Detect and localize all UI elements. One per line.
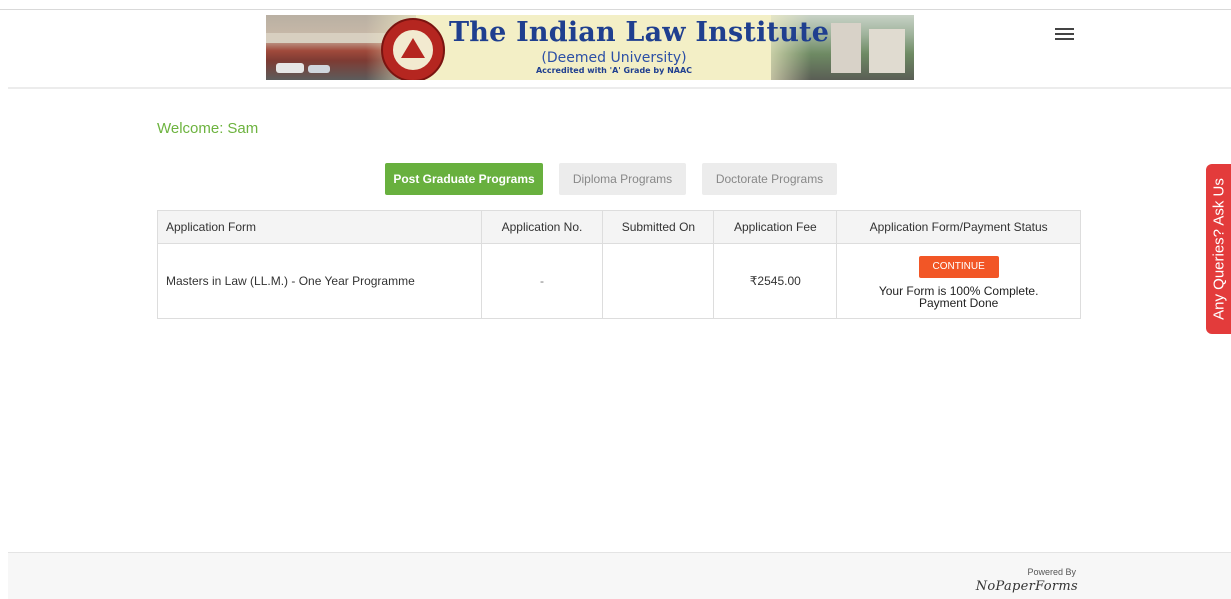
applications-table: Application Form Application No. Submitt… <box>157 210 1081 319</box>
ask-us-side-tab[interactable]: Any Queries? Ask Us <box>1206 164 1231 334</box>
column-header-application-form: Application Form <box>157 210 482 244</box>
application-form-name: Masters in Law (LL.M.) - One Year Progra… <box>157 243 482 319</box>
logo-subtitle: (Deemed University) <box>541 50 687 66</box>
column-header-submitted-on: Submitted On <box>602 210 715 244</box>
hamburger-menu-icon[interactable] <box>1055 28 1075 42</box>
tab-diploma-programs[interactable]: Diploma Programs <box>559 163 686 195</box>
column-header-application-fee: Application Fee <box>713 210 838 244</box>
institute-logo-banner[interactable]: The Indian Law Institute (Deemed Univers… <box>266 15 914 80</box>
ask-us-label: Any Queries? Ask Us <box>1210 178 1228 320</box>
logo-accreditation: Accredited with 'A' Grade by NAAC <box>535 66 693 75</box>
status-payment: Payment Done <box>918 295 999 310</box>
table-header-row: Application Form Application No. Submitt… <box>157 210 1081 244</box>
institute-seal-icon <box>381 18 445 80</box>
program-tabs: Post Graduate Programs Diploma Programs … <box>0 163 1231 195</box>
application-fee: ₹2545.00 <box>713 243 838 319</box>
table-row: Masters in Law (LL.M.) - One Year Progra… <box>157 243 1081 319</box>
powered-by-label: Powered By <box>1027 567 1076 577</box>
tab-doctorate-programs[interactable]: Doctorate Programs <box>702 163 837 195</box>
user-name: Sam <box>227 120 259 137</box>
column-header-application-no: Application No. <box>480 210 604 244</box>
status-cell: CONTINUE Your Form is 100% Complete. Pay… <box>836 243 1081 319</box>
tab-post-graduate-programs[interactable]: Post Graduate Programs <box>385 163 543 195</box>
submitted-on <box>602 243 715 319</box>
header-divider <box>8 87 1231 89</box>
logo-title: The Indian Law Institute <box>449 17 830 48</box>
welcome-message: Welcome: Sam <box>157 120 258 137</box>
application-number: - <box>480 243 604 319</box>
status-completion: Your Form is 100% Complete. <box>878 283 1039 298</box>
nopaperforms-logo[interactable]: NoPaperForms <box>976 579 1078 594</box>
site-footer: Powered By NoPaperForms <box>8 552 1231 599</box>
form-status-text: Your Form is 100% Complete. Payment Done <box>845 285 1072 309</box>
welcome-label: Welcome: <box>157 120 224 137</box>
continue-button[interactable]: CONTINUE <box>918 255 999 278</box>
column-header-status: Application Form/Payment Status <box>836 210 1081 244</box>
